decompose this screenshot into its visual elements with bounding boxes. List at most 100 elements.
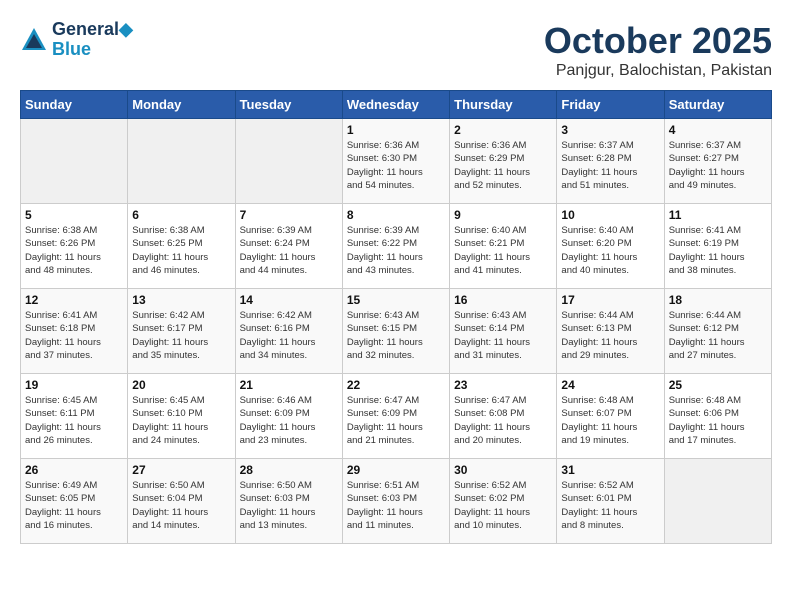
day-info: Sunrise: 6:40 AM Sunset: 6:20 PM Dayligh… [561,224,659,277]
calendar-cell: 28 Sunrise: 6:50 AM Sunset: 6:03 PM Dayli… [235,459,342,544]
day-info: Sunrise: 6:50 AM Sunset: 6:04 PM Dayligh… [132,479,230,532]
day-number: 11 [669,208,767,222]
day-number: 1 [347,123,445,137]
page-header: General◆ Blue October 2025 Panjgur, Balo… [20,20,772,80]
calendar-cell: 30Sunrise: 6:52 AM Sunset: 6:02 PM Dayli… [450,459,557,544]
day-info: Sunrise: 6:47 AM Sunset: 6:09 PM Dayligh… [347,394,445,447]
day-number: 12 [25,293,123,307]
calendar-cell [235,119,342,204]
calendar-cell [128,119,235,204]
calendar-week-3: 12 Sunrise: 6:41 AM Sunset: 6:18 PM Dayli… [21,289,772,374]
calendar-cell: 17 Sunrise: 6:44 AM Sunset: 6:13 PM Dayli… [557,289,664,374]
day-info: Sunrise: 6:38 AM Sunset: 6:26 PM Dayligh… [25,224,123,277]
day-info: Sunrise: 6:36 AM Sunset: 6:30 PM Dayligh… [347,139,445,192]
calendar-cell: 25 Sunrise: 6:48 AM Sunset: 6:06 PM Dayli… [664,374,771,459]
day-info: Sunrise: 6:45 AM Sunset: 6:11 PM Dayligh… [25,394,123,447]
day-info: Sunrise: 6:51 AM Sunset: 6:03 PM Dayligh… [347,479,445,532]
day-info: Sunrise: 6:43 AM Sunset: 6:15 PM Dayligh… [347,309,445,362]
day-number: 20 [132,378,230,392]
day-number: 25 [669,378,767,392]
day-number: 29 [347,463,445,477]
weekday-header-saturday: Saturday [664,91,771,119]
day-info: Sunrise: 6:43 AM Sunset: 6:14 PM Dayligh… [454,309,552,362]
calendar-cell: 27 Sunrise: 6:50 AM Sunset: 6:04 PM Dayli… [128,459,235,544]
calendar-cell: 11 Sunrise: 6:41 AM Sunset: 6:19 PM Dayli… [664,204,771,289]
day-number: 2 [454,123,552,137]
calendar-cell: 10 Sunrise: 6:40 AM Sunset: 6:20 PM Dayli… [557,204,664,289]
day-info: Sunrise: 6:38 AM Sunset: 6:25 PM Dayligh… [132,224,230,277]
calendar-cell: 5 Sunrise: 6:38 AM Sunset: 6:26 PM Daylig… [21,204,128,289]
calendar-cell: 18Sunrise: 6:44 AM Sunset: 6:12 PM Dayli… [664,289,771,374]
weekday-header-row: SundayMondayTuesdayWednesdayThursdayFrid… [21,91,772,119]
month-title: October 2025 [544,20,772,62]
calendar-cell: 7Sunrise: 6:39 AM Sunset: 6:24 PM Daylig… [235,204,342,289]
day-info: Sunrise: 6:45 AM Sunset: 6:10 PM Dayligh… [132,394,230,447]
calendar-cell: 31Sunrise: 6:52 AM Sunset: 6:01 PM Dayli… [557,459,664,544]
day-number: 3 [561,123,659,137]
day-info: Sunrise: 6:47 AM Sunset: 6:08 PM Dayligh… [454,394,552,447]
day-info: Sunrise: 6:48 AM Sunset: 6:06 PM Dayligh… [669,394,767,447]
calendar-cell: 14 Sunrise: 6:42 AM Sunset: 6:16 PM Dayli… [235,289,342,374]
day-info: Sunrise: 6:37 AM Sunset: 6:28 PM Dayligh… [561,139,659,192]
calendar-cell: 22 Sunrise: 6:47 AM Sunset: 6:09 PM Dayli… [342,374,449,459]
weekday-header-thursday: Thursday [450,91,557,119]
logo-icon [20,26,48,54]
calendar-cell: 4Sunrise: 6:37 AM Sunset: 6:27 PM Daylig… [664,119,771,204]
day-number: 30 [454,463,552,477]
day-info: Sunrise: 6:44 AM Sunset: 6:13 PM Dayligh… [561,309,659,362]
weekday-header-wednesday: Wednesday [342,91,449,119]
day-number: 17 [561,293,659,307]
day-number: 8 [347,208,445,222]
day-info: Sunrise: 6:41 AM Sunset: 6:19 PM Dayligh… [669,224,767,277]
day-info: Sunrise: 6:41 AM Sunset: 6:18 PM Dayligh… [25,309,123,362]
day-number: 22 [347,378,445,392]
calendar-week-5: 26 Sunrise: 6:49 AM Sunset: 6:05 PM Dayli… [21,459,772,544]
calendar-cell: 26 Sunrise: 6:49 AM Sunset: 6:05 PM Dayli… [21,459,128,544]
calendar-cell: 23 Sunrise: 6:47 AM Sunset: 6:08 PM Dayli… [450,374,557,459]
calendar-cell: 21 Sunrise: 6:46 AM Sunset: 6:09 PM Dayli… [235,374,342,459]
weekday-header-monday: Monday [128,91,235,119]
day-info: Sunrise: 6:50 AM Sunset: 6:03 PM Dayligh… [240,479,338,532]
day-number: 28 [240,463,338,477]
day-number: 16 [454,293,552,307]
day-info: Sunrise: 6:37 AM Sunset: 6:27 PM Dayligh… [669,139,767,192]
day-info: Sunrise: 6:42 AM Sunset: 6:16 PM Dayligh… [240,309,338,362]
calendar-cell: 20 Sunrise: 6:45 AM Sunset: 6:10 PM Dayli… [128,374,235,459]
day-number: 10 [561,208,659,222]
logo-text: General◆ Blue [52,20,133,60]
day-info: Sunrise: 6:39 AM Sunset: 6:22 PM Dayligh… [347,224,445,277]
calendar-cell: 24 Sunrise: 6:48 AM Sunset: 6:07 PM Dayli… [557,374,664,459]
calendar-cell: 19Sunrise: 6:45 AM Sunset: 6:11 PM Dayli… [21,374,128,459]
calendar-body: 1 Sunrise: 6:36 AM Sunset: 6:30 PM Daylig… [21,119,772,544]
day-info: Sunrise: 6:36 AM Sunset: 6:29 PM Dayligh… [454,139,552,192]
day-info: Sunrise: 6:48 AM Sunset: 6:07 PM Dayligh… [561,394,659,447]
calendar-table: SundayMondayTuesdayWednesdayThursdayFrid… [20,90,772,544]
day-number: 6 [132,208,230,222]
day-number: 5 [25,208,123,222]
weekday-header-friday: Friday [557,91,664,119]
day-number: 14 [240,293,338,307]
calendar-cell: 13Sunrise: 6:42 AM Sunset: 6:17 PM Dayli… [128,289,235,374]
calendar-cell: 12 Sunrise: 6:41 AM Sunset: 6:18 PM Dayli… [21,289,128,374]
calendar-cell: 9Sunrise: 6:40 AM Sunset: 6:21 PM Daylig… [450,204,557,289]
day-number: 18 [669,293,767,307]
day-number: 21 [240,378,338,392]
day-number: 24 [561,378,659,392]
calendar-week-4: 19Sunrise: 6:45 AM Sunset: 6:11 PM Dayli… [21,374,772,459]
calendar-week-1: 1 Sunrise: 6:36 AM Sunset: 6:30 PM Daylig… [21,119,772,204]
calendar-cell: 6 Sunrise: 6:38 AM Sunset: 6:25 PM Daylig… [128,204,235,289]
day-number: 26 [25,463,123,477]
calendar-cell: 15Sunrise: 6:43 AM Sunset: 6:15 PM Dayli… [342,289,449,374]
calendar-week-2: 5 Sunrise: 6:38 AM Sunset: 6:26 PM Daylig… [21,204,772,289]
day-info: Sunrise: 6:49 AM Sunset: 6:05 PM Dayligh… [25,479,123,532]
day-number: 9 [454,208,552,222]
day-number: 23 [454,378,552,392]
day-info: Sunrise: 6:46 AM Sunset: 6:09 PM Dayligh… [240,394,338,447]
day-number: 27 [132,463,230,477]
calendar-cell: 29 Sunrise: 6:51 AM Sunset: 6:03 PM Dayli… [342,459,449,544]
logo: General◆ Blue [20,20,133,60]
calendar-cell [21,119,128,204]
day-number: 31 [561,463,659,477]
calendar-cell: 1 Sunrise: 6:36 AM Sunset: 6:30 PM Daylig… [342,119,449,204]
day-info: Sunrise: 6:39 AM Sunset: 6:24 PM Dayligh… [240,224,338,277]
